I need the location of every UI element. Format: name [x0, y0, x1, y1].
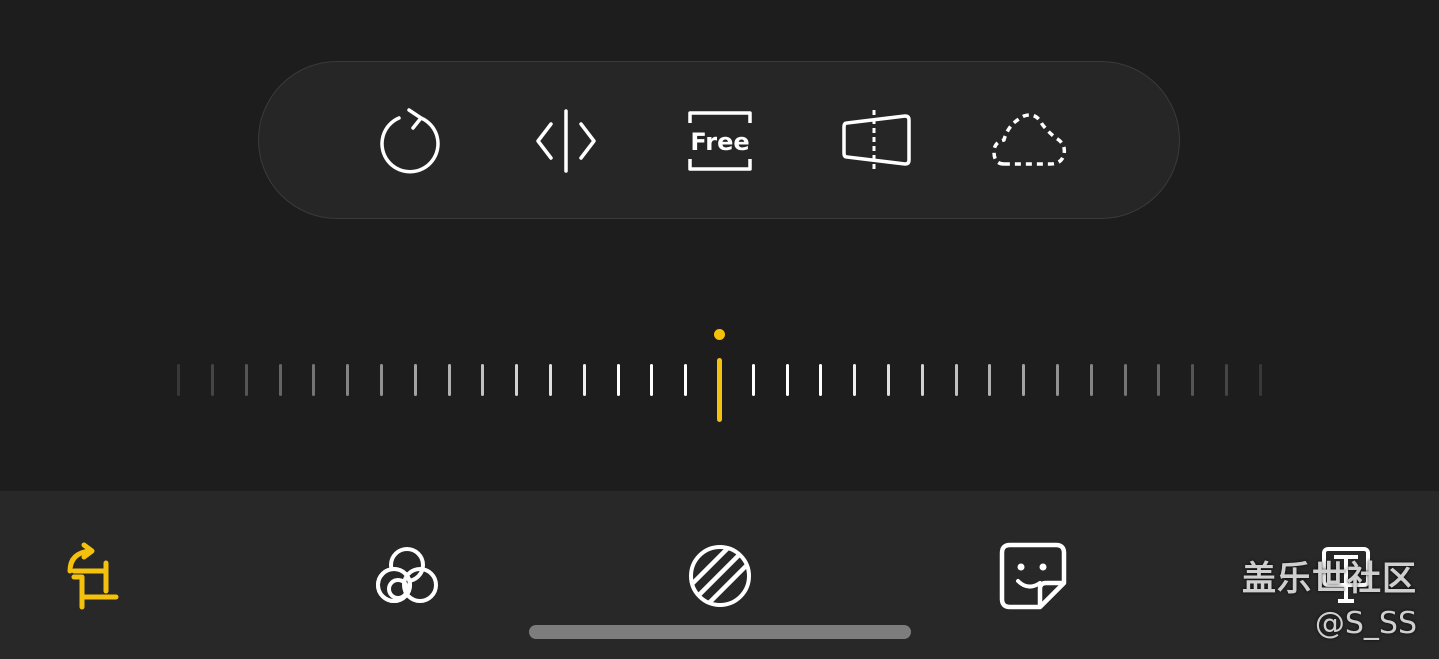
flip-icon [536, 109, 596, 173]
ruler-tick [785, 364, 789, 396]
ruler-tick [920, 364, 924, 396]
ruler-tick [1022, 364, 1026, 396]
ruler-tick [447, 364, 451, 396]
ruler-tick [312, 364, 316, 396]
ruler-tick [954, 364, 958, 396]
ruler-tick [1157, 364, 1161, 396]
more-tools-tab[interactable] [1300, 531, 1390, 621]
ruler-tick [1123, 364, 1127, 396]
ruler-tick [616, 364, 620, 396]
ruler-tick [1056, 364, 1059, 396]
ruler-tick [481, 364, 485, 396]
ruler-tick [853, 364, 857, 396]
ruler-tick [751, 364, 755, 396]
more-tools-icon [1322, 547, 1370, 603]
ruler-tick [887, 364, 890, 396]
ruler-tick [278, 364, 282, 396]
perspective-icon [842, 110, 911, 172]
tone-icon [689, 545, 751, 607]
ruler-tick [1089, 364, 1093, 396]
tone-tab[interactable] [675, 531, 765, 621]
ruler-tick [515, 364, 519, 396]
filters-tab[interactable] [362, 531, 452, 621]
flip-button[interactable] [511, 86, 621, 196]
ruler-tick [413, 364, 417, 396]
decorations-tab[interactable] [988, 531, 1078, 621]
ruler-tick [819, 364, 823, 396]
ruler-tick [1258, 364, 1262, 396]
ruler-tick [684, 364, 688, 396]
ruler-tick [1225, 364, 1228, 396]
ruler-tick [650, 364, 654, 396]
sticker-icon [999, 542, 1067, 610]
filters-icon [376, 547, 438, 603]
bottom-nav: 盖乐世社区 @S_SS [0, 491, 1439, 659]
ruler-tick [582, 364, 586, 396]
home-indicator[interactable] [529, 625, 911, 639]
lasso-icon [992, 113, 1067, 166]
ruler-tick [211, 364, 214, 396]
aspect-ratio-icon: Free [688, 111, 752, 171]
perspective-button[interactable] [821, 86, 931, 196]
ruler-tick [346, 364, 350, 396]
lasso-button[interactable] [975, 86, 1085, 196]
ruler-center-dot [714, 329, 725, 340]
crop-toolbar: Free [258, 61, 1180, 219]
aspect-ratio-label: Free [690, 128, 749, 156]
ruler-tick [1191, 364, 1195, 396]
ruler-tick [988, 364, 992, 396]
ruler-tick [549, 364, 552, 396]
ruler-tick [380, 364, 383, 396]
ruler-tick [177, 364, 181, 396]
ruler-tick [244, 364, 248, 396]
transform-tab[interactable] [48, 531, 138, 621]
rotate-icon [380, 108, 440, 174]
crop-rotate-icon [67, 542, 119, 610]
straighten-ruler[interactable] [0, 320, 1439, 430]
aspect-ratio-button[interactable]: Free [665, 86, 775, 196]
rotate-button[interactable] [355, 86, 465, 196]
ruler-indicator[interactable] [717, 358, 722, 422]
